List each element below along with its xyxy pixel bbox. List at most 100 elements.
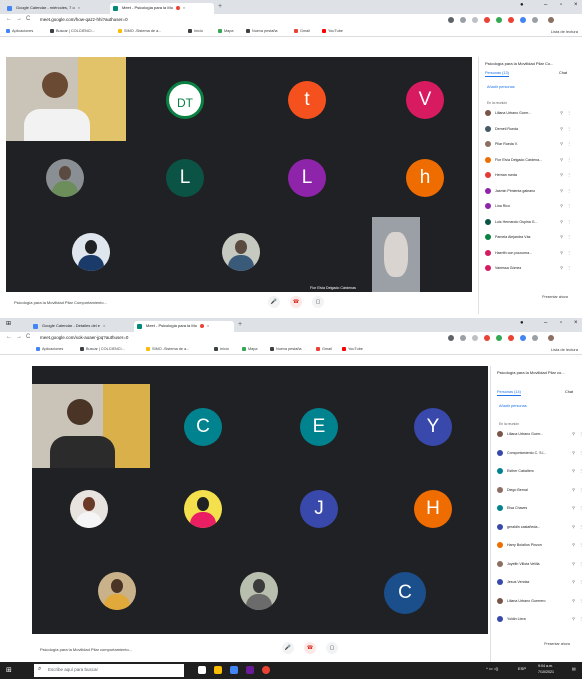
taskbar-search-box[interactable]: ⌕ Escribe aquí para buscar xyxy=(34,664,184,677)
avatar[interactable] xyxy=(548,17,554,23)
participant-tile-camera[interactable] xyxy=(32,384,150,468)
reading-list[interactable]: Lista de lectura xyxy=(551,29,578,34)
mic-icon[interactable]: ⚲ xyxy=(560,234,563,239)
bookmark-colciencias[interactable]: Buscar | COLCIENCI... xyxy=(80,347,125,351)
add-people-button[interactable]: Añadir personas xyxy=(499,404,527,408)
bookmark-simo[interactable]: SIMO -Sistema de a... xyxy=(118,29,161,33)
reading-list[interactable]: Lista de lectura xyxy=(551,347,578,352)
task-view-icon[interactable] xyxy=(198,666,206,674)
tab-chat[interactable]: Chat xyxy=(559,71,567,75)
mic-icon[interactable]: ⚲ xyxy=(560,188,563,193)
maximize-icon[interactable]: ▫ xyxy=(560,2,562,8)
mic-icon[interactable]: ⚲ xyxy=(560,219,563,224)
participant-row[interactable]: Elsa Chaves⚲⋮ xyxy=(495,504,582,513)
add-people-button[interactable]: Añadir personas xyxy=(487,85,515,89)
bookmark-nueva-pestana[interactable]: Nueva pestaña xyxy=(246,29,278,33)
camera-ext-icon[interactable] xyxy=(448,335,454,341)
mic-icon[interactable]: ⚲ xyxy=(572,561,575,566)
participant-avatar-photo[interactable] xyxy=(98,572,136,610)
bookmark-nueva-pestana[interactable]: Nueva pestaña xyxy=(270,347,302,351)
participant-row[interactable]: Flor Elvia Delgado Cárdena... ⚲ ⋮ xyxy=(483,156,573,165)
mic-icon[interactable]: ⚲ xyxy=(560,250,563,255)
back-icon[interactable]: ← xyxy=(6,334,12,340)
mic-icon[interactable]: ⚲ xyxy=(560,265,563,270)
participant-row[interactable]: Liliana Urbano Guerrero⚲⋮ xyxy=(495,597,582,606)
zoom-icon[interactable] xyxy=(460,335,466,341)
microphone-button[interactable]: 🎤 xyxy=(268,296,280,308)
tab-google-calendar[interactable]: Google Calendar - miércoles, 7 o × xyxy=(4,3,110,14)
mic-icon[interactable]: ⚲ xyxy=(572,468,575,473)
mic-icon[interactable]: ⚲ xyxy=(572,542,575,547)
reload-icon[interactable]: C xyxy=(26,334,30,340)
more-options-icon[interactable]: ⋮ xyxy=(567,219,571,224)
participant-avatar-photo[interactable] xyxy=(184,490,222,528)
extension-green-icon[interactable] xyxy=(496,17,502,23)
present-now-button[interactable]: Presentar ahora xyxy=(535,295,575,299)
mic-icon[interactable]: ⚲ xyxy=(572,579,575,584)
present-now-button[interactable]: Presentar ahora xyxy=(537,642,577,646)
forward-icon[interactable]: → xyxy=(16,334,22,340)
extension-red-icon[interactable] xyxy=(484,335,490,341)
participant-row[interactable]: Esther Caballero⚲⋮ xyxy=(495,467,582,476)
camera-button[interactable]: ▢ xyxy=(312,296,324,308)
participant-avatar-photo[interactable] xyxy=(70,490,108,528)
bookmark-simo[interactable]: SIMO -Sistema de a... xyxy=(146,347,189,351)
participant-row[interactable]: geraldin castañeda...⚲⋮ xyxy=(495,523,582,532)
star-icon[interactable] xyxy=(472,335,478,341)
extension-icon[interactable] xyxy=(508,335,514,341)
profile-icon[interactable]: ● xyxy=(520,2,524,8)
mic-icon[interactable]: ⚲ xyxy=(572,598,575,603)
participant-tile-camera[interactable] xyxy=(6,57,126,141)
microphone-button[interactable]: 🎤 xyxy=(282,642,294,654)
more-options-icon[interactable]: ⋮ xyxy=(567,234,571,239)
more-options-icon[interactable]: ⋮ xyxy=(567,157,571,162)
bookmark-gmail[interactable]: Gmail xyxy=(294,29,310,33)
participant-row[interactable]: Lina Rico ⚲ ⋮ xyxy=(483,202,573,211)
tray-time[interactable]: 9:04 a.m. xyxy=(538,664,553,668)
more-options-icon[interactable]: ⋮ xyxy=(567,172,571,177)
close-tab-icon[interactable]: × xyxy=(103,323,105,328)
hang-up-button[interactable]: ☎ xyxy=(304,642,316,654)
maximize-icon[interactable]: ▫ xyxy=(560,320,562,326)
puzzle-icon[interactable] xyxy=(532,335,538,341)
app-icon[interactable] xyxy=(246,666,254,674)
new-tab-plus-icon[interactable]: + xyxy=(238,321,242,328)
close-tab-icon[interactable]: × xyxy=(183,5,185,10)
tab-people[interactable]: Personas (14) xyxy=(497,390,521,396)
participant-avatar-photo[interactable] xyxy=(72,233,110,271)
windows-start-icon[interactable]: ⊞ xyxy=(6,666,12,674)
participant-row[interactable]: Luis Hernando Ospina G... ⚲ ⋮ xyxy=(483,218,573,227)
extension-icon[interactable] xyxy=(508,17,514,23)
participant-avatar-photo[interactable] xyxy=(222,233,260,271)
bookmark-gmail[interactable]: Gmail xyxy=(316,347,332,351)
participant-row[interactable]: Yoldin Liera⚲⋮ xyxy=(495,615,582,624)
url-field[interactable]: meet.google.com/xok-aoaer-jpq?authuser=0 xyxy=(40,335,128,340)
more-options-icon[interactable]: ⋮ xyxy=(567,250,571,255)
reload-icon[interactable]: C xyxy=(26,16,30,22)
participant-avatar-c[interactable]: C xyxy=(384,572,426,614)
mic-icon[interactable]: ⚲ xyxy=(560,141,563,146)
tab-google-calendar[interactable]: Google Calendar - Detalles del e × xyxy=(30,321,134,332)
participant-avatar-e[interactable]: E xyxy=(300,408,338,446)
extension-red-icon[interactable] xyxy=(484,17,490,23)
participant-row[interactable]: Pilar Rueda V. ⚲ ⋮ xyxy=(483,140,573,149)
zoom-icon[interactable] xyxy=(460,17,466,23)
participant-row[interactable]: Vanessa Gómez ⚲ ⋮ xyxy=(483,264,573,273)
bookmark-apps[interactable]: Aplicaciones xyxy=(6,29,33,33)
mic-icon[interactable]: ⚲ xyxy=(572,487,575,492)
close-window-icon[interactable]: × xyxy=(574,320,578,326)
close-window-icon[interactable]: × xyxy=(574,2,578,8)
participant-avatar-l[interactable]: L xyxy=(288,159,326,197)
participant-row[interactable]: Derneli Rueda ⚲ ⋮ xyxy=(483,125,573,134)
participant-row[interactable]: Liliana Urbano Guerr... ⚲ ⋮ xyxy=(483,109,573,118)
participant-avatar-photo[interactable] xyxy=(46,159,84,197)
camera-button[interactable]: ▢ xyxy=(326,642,338,654)
puzzle-icon[interactable] xyxy=(532,17,538,23)
new-tab-plus-icon[interactable]: + xyxy=(218,3,222,10)
mic-icon[interactable]: ⚲ xyxy=(560,126,563,131)
avatar[interactable] xyxy=(548,335,554,341)
bookmark-inicio[interactable]: Inicio xyxy=(188,29,203,33)
more-options-icon[interactable]: ⋮ xyxy=(567,203,571,208)
participant-row[interactable]: Jasmin Pimienta galeano ⚲ ⋮ xyxy=(483,187,573,196)
notifications-icon[interactable]: ▤ xyxy=(572,666,576,671)
